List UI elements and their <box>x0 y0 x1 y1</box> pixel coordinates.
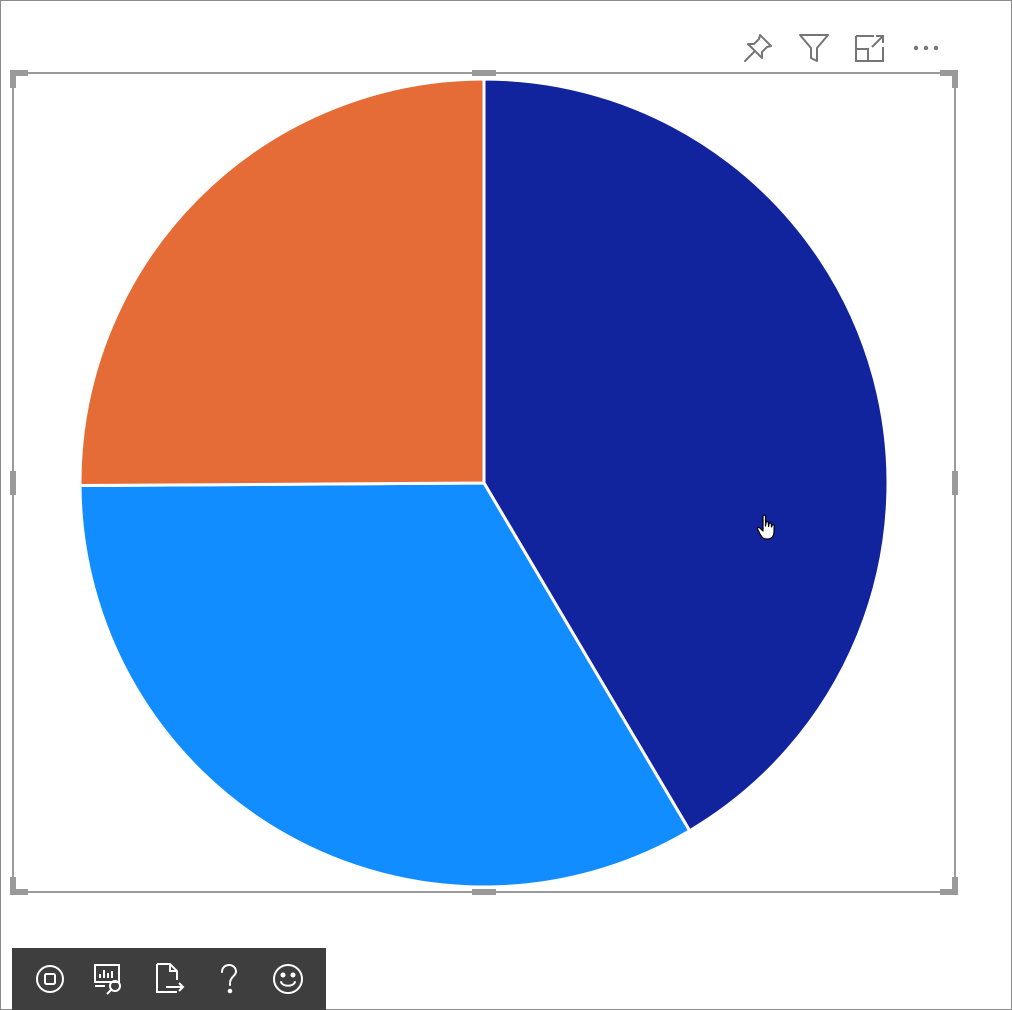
pie-slice-3[interactable] <box>78 77 486 488</box>
bottom-toolbar <box>12 948 326 1010</box>
export-icon[interactable] <box>149 959 189 999</box>
feedback-smiley-icon[interactable] <box>268 959 308 999</box>
stop-icon[interactable] <box>30 959 70 999</box>
help-icon[interactable] <box>209 959 249 999</box>
performance-analyzer-icon[interactable] <box>89 959 129 999</box>
hand-cursor-icon <box>756 514 775 540</box>
pie-chart[interactable] <box>0 0 1012 1010</box>
